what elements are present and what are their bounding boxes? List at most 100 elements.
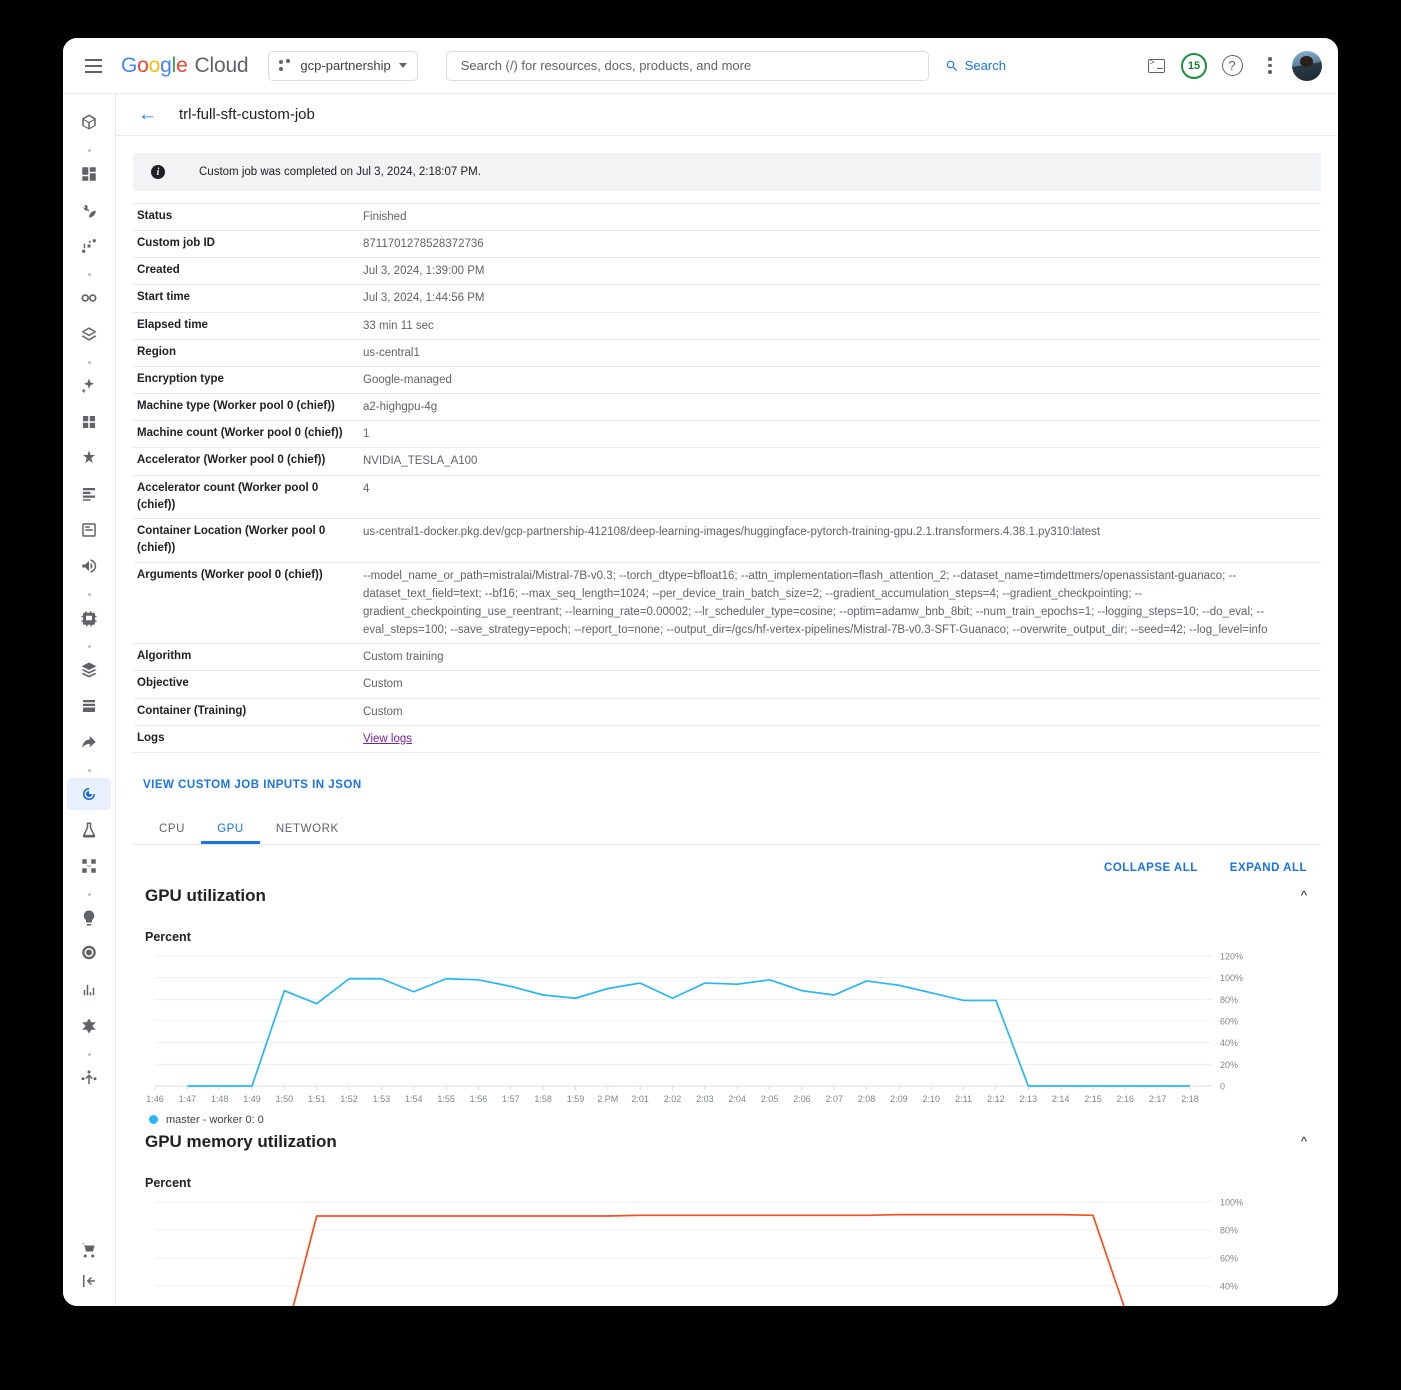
y-axis-tick-label: 100% xyxy=(1220,1197,1243,1207)
x-axis-tick-label: 2:03 xyxy=(696,1094,714,1104)
tab-cpu[interactable]: CPU xyxy=(143,823,201,844)
table-row: Elapsed time 33 min 11 sec xyxy=(133,312,1321,340)
detail-label: Machine count (Worker pool 0 (chief)) xyxy=(137,427,343,440)
sidebar-item-dashboard[interactable] xyxy=(67,158,111,190)
account-avatar[interactable] xyxy=(1292,50,1322,81)
back-arrow-icon[interactable]: ← xyxy=(138,105,157,124)
sidebar-item-generative-ai[interactable] xyxy=(67,370,111,402)
tab-gpu[interactable]: GPU xyxy=(201,823,260,844)
sidebar-item-endpoints[interactable] xyxy=(67,550,111,582)
sidebar-item-workbench[interactable] xyxy=(67,318,111,350)
gpu-utilization-title: GPU utilization xyxy=(145,885,266,905)
detail-label: Container Location (Worker pool 0 (chief… xyxy=(137,525,326,555)
x-axis-tick-label: 2:07 xyxy=(825,1094,843,1104)
chevron-up-icon[interactable]: ^ xyxy=(1301,889,1307,902)
table-row: Algorithm Custom training xyxy=(133,644,1321,671)
credits-badge[interactable]: 15 xyxy=(1178,50,1210,82)
x-axis-tick-label: 2:16 xyxy=(1117,1094,1135,1104)
table-row: Created Jul 3, 2024, 1:39:00 PM xyxy=(133,258,1321,285)
table-row: Machine type (Worker pool 0 (chief)) a2-h… xyxy=(133,394,1321,421)
y-axis-tick-label: 60% xyxy=(1220,1016,1238,1026)
y-axis-tick-label: 60% xyxy=(1220,1253,1238,1263)
table-row: Status Finished xyxy=(133,203,1321,231)
main-content: ← trl-full-sft-custom-job i Custom job w… xyxy=(116,94,1338,1306)
sidebar-item-batch-predictions[interactable] xyxy=(67,726,111,758)
tab-network[interactable]: NETWORK xyxy=(260,823,355,844)
job-details-table: Status Finished Custom job ID 8711701278528… xyxy=(133,203,1321,753)
y-axis-tick-label: 120% xyxy=(1220,951,1243,961)
sidebar-divider-dot xyxy=(67,886,111,902)
search-box[interactable] xyxy=(445,50,929,81)
job-details-body: Status Finished Custom job ID 8711701278528… xyxy=(133,203,1321,753)
sidebar-divider-dot xyxy=(67,354,111,370)
sidebar-item-deployments[interactable] xyxy=(67,1062,111,1094)
detail-label: Arguments (Worker pool 0 (chief)) xyxy=(137,568,323,581)
y-axis-tick-label: 0 xyxy=(1220,1081,1225,1091)
table-row: Objective Custom xyxy=(133,671,1321,698)
sidebar-item-experiments[interactable] xyxy=(67,814,111,846)
detail-label: Machine type (Worker pool 0 (chief)) xyxy=(137,400,335,413)
detail-value: NVIDIA_TESLA_A100 xyxy=(363,455,478,468)
x-axis-tick-label: 2:18 xyxy=(1181,1094,1199,1104)
detail-scroll-area[interactable]: i Custom job was completed on Jul 3, 202… xyxy=(116,136,1338,1306)
view-job-inputs-json-link[interactable]: VIEW CUSTOM JOB INPUTS IN JSON xyxy=(143,779,362,791)
detail-value: Custom xyxy=(363,705,403,718)
sidebar-item-online-prediction[interactable] xyxy=(67,690,111,722)
sidebar-collapse-icon[interactable] xyxy=(67,1270,111,1302)
x-axis-tick-label: 1:58 xyxy=(534,1094,552,1104)
project-selector[interactable]: gcp-partnership xyxy=(268,50,418,81)
detail-label: Region xyxy=(137,345,176,358)
search-button[interactable]: Search xyxy=(939,51,1012,81)
sidebar-item-notebooks[interactable] xyxy=(67,514,111,546)
google-cloud-logo[interactable]: Google Cloud xyxy=(121,54,249,78)
x-axis-tick-label: 1:55 xyxy=(437,1094,455,1104)
detail-label: Objective xyxy=(137,677,189,690)
top-navigation-bar: Google Cloud gcp-partnership Search 15 xyxy=(63,38,1338,94)
sidebar-item-training[interactable] xyxy=(67,778,111,810)
gpu-memory-utilization-header: GPU memory utilization ^ xyxy=(133,1126,1321,1154)
sidebar-item-marketplace[interactable] xyxy=(67,1234,111,1266)
search-area: Search xyxy=(445,50,1012,81)
search-input[interactable] xyxy=(458,57,916,74)
sidebar-item-labeling-tasks[interactable] xyxy=(67,478,111,510)
cloud-shell-icon[interactable] xyxy=(1140,50,1172,82)
x-axis-tick-label: 2:04 xyxy=(728,1094,746,1104)
chevron-up-icon[interactable]: ^ xyxy=(1301,1135,1307,1148)
sidebar-item-model-registry[interactable] xyxy=(67,654,111,686)
view-logs-link[interactable]: View logs xyxy=(363,733,412,745)
table-row: Container (Training) Custom xyxy=(133,698,1321,726)
main-menu-icon[interactable] xyxy=(75,48,111,84)
sidebar-item-pipelines[interactable] xyxy=(67,230,111,262)
more-options-icon[interactable] xyxy=(1254,50,1286,82)
x-axis-tick-label: 1:57 xyxy=(502,1094,520,1104)
chart-svg: 020%40%60%80%100%1:461:471:481:491:501:5… xyxy=(155,1197,1243,1306)
chart-actions: COLLAPSE ALL EXPAND ALL xyxy=(133,845,1321,880)
sidebar-item-vertex-ai-logo[interactable] xyxy=(67,106,111,138)
sidebar-item-datasets[interactable] xyxy=(67,406,111,438)
x-axis-tick-label: 2:09 xyxy=(890,1094,908,1104)
x-axis-tick-label: 1:52 xyxy=(340,1094,358,1104)
sidebar-item-feature-monitoring[interactable] xyxy=(67,938,111,970)
table-row: Region us-central1 xyxy=(133,339,1321,367)
gpu-memory-utilization-chart[interactable]: 020%40%60%80%100%1:461:471:481:491:501:5… xyxy=(145,1194,1321,1306)
browser-window: Google Cloud gcp-partnership Search 15 xyxy=(63,38,1338,1306)
expand-all-button[interactable]: EXPAND ALL xyxy=(1230,862,1307,874)
sidebar-item-colab[interactable] xyxy=(67,282,111,314)
table-row: Logs View logs xyxy=(133,725,1321,753)
help-icon[interactable]: ? xyxy=(1216,50,1248,82)
collapse-all-button[interactable]: COLLAPSE ALL xyxy=(1104,862,1198,874)
sidebar-item-model-monitoring[interactable] xyxy=(67,902,111,934)
sidebar-item-feature-store[interactable] xyxy=(67,442,111,474)
sidebar-item-extensions[interactable] xyxy=(67,1010,111,1042)
table-row: Start time Jul 3, 2024, 1:44:56 PM xyxy=(133,285,1321,313)
table-row: Container Location (Worker pool 0 (chief… xyxy=(133,519,1321,563)
detail-value: --model_name_or_path=mistralai/Mistral-7… xyxy=(363,569,1268,637)
sidebar-divider-dot xyxy=(67,266,111,282)
gpu-memory-utilization-section: GPU memory utilization ^ Percent 020%40%… xyxy=(133,1126,1321,1306)
sidebar-item-vector-search[interactable] xyxy=(67,974,111,1006)
sidebar-divider-dot xyxy=(67,638,111,654)
gpu-utilization-chart[interactable]: 0 20% 40% 60% 80% 100% 120% 1:46 1:47 1:48 1:49 1:5… xyxy=(145,948,1321,1108)
sidebar-item-model-garden[interactable] xyxy=(67,194,111,226)
sidebar-item-metadata[interactable] xyxy=(67,850,111,882)
sidebar-item-agent-builder[interactable] xyxy=(67,602,111,634)
